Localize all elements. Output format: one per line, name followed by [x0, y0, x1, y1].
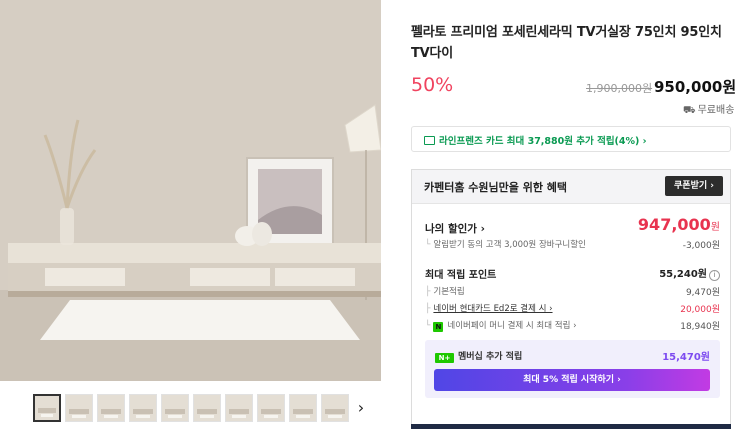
- thumbnail-5[interactable]: [161, 394, 189, 422]
- hyundai-card-row: ├ 네이버 현대카드 Ed2로 결제 시 ›: [425, 302, 553, 314]
- membership-value: 15,470원: [662, 352, 710, 363]
- thumbnail-4[interactable]: [129, 394, 157, 422]
- info-icon[interactable]: i: [709, 270, 720, 281]
- thumbnail-1[interactable]: [33, 394, 61, 422]
- alarm-discount-label: 알림받기 동의 고객 3,000원 장바구니할인: [433, 240, 586, 250]
- shipping-label: 무료배송: [697, 105, 735, 116]
- points-number: 55,240원: [659, 269, 707, 280]
- membership-box: N+ 멤버십 추가 적립 15,470원 최대 5% 적립 시작하기 ›: [425, 340, 720, 398]
- my-price-unit: 원: [710, 222, 720, 233]
- hyundai-card-value: 20,000원: [680, 305, 720, 315]
- alarm-discount-value: -3,000원: [682, 241, 720, 251]
- living-room-photo: [0, 0, 381, 381]
- membership-start-button[interactable]: 최대 5% 적립 시작하기 ›: [434, 369, 710, 391]
- my-price-link[interactable]: 나의 할인가 ›: [425, 221, 485, 236]
- alarm-discount-row: └ 알림받기 동의 고객 3,000원 장바구니할인: [425, 238, 586, 250]
- my-price-value: 947,000원: [620, 215, 720, 234]
- npay-row: └ N 네이버페이 머니 결제 시 최대 적립 ›: [425, 319, 577, 332]
- product-main-image[interactable]: [0, 0, 381, 381]
- coupon-button[interactable]: 쿠폰받기 ›: [665, 176, 723, 196]
- card-promo-banner[interactable]: 라인프렌즈 카드 최대 37,880원 추가 적립(4%) ›: [411, 126, 731, 152]
- credit-card-icon: [424, 136, 435, 145]
- basic-points-row: ├ 기본적립: [425, 285, 465, 297]
- naver-pay-icon: N: [433, 322, 444, 332]
- tree-branch-icon: ├: [425, 304, 431, 314]
- membership-label: 멤버십 추가 적립: [458, 352, 523, 362]
- original-price: 1,900,000원: [586, 82, 653, 95]
- thumbnail-8[interactable]: [257, 394, 285, 422]
- sale-price: 950,000원: [654, 78, 737, 96]
- discount-rate: 50%: [411, 74, 454, 96]
- basic-points-value: 9,470원: [685, 288, 720, 298]
- thumbnail-2[interactable]: [65, 394, 93, 422]
- tree-branch-icon: └: [425, 240, 431, 250]
- tree-branch-icon: ├: [425, 287, 431, 297]
- npay-link[interactable]: 네이버페이 머니 결제 시 최대 적립 ›: [447, 321, 576, 331]
- card-promo-text: 라인프렌즈 카드 최대 37,880원 추가 적립(4%) ›: [439, 136, 647, 147]
- thumbnail-10[interactable]: [321, 394, 349, 422]
- points-label: 최대 적립 포인트: [425, 270, 497, 281]
- npay-value: 18,940원: [680, 322, 720, 332]
- truck-icon: ⛟: [683, 105, 696, 116]
- thumbnail-6[interactable]: [193, 394, 221, 422]
- bottom-action-bar[interactable]: [411, 424, 731, 429]
- basic-points-label: 기본적립: [433, 287, 465, 297]
- thumbnail-strip: ›: [0, 388, 381, 429]
- thumbnail-9[interactable]: [289, 394, 317, 422]
- my-price-number: 947,000: [637, 215, 711, 234]
- membership-row: N+ 멤버십 추가 적립: [435, 349, 522, 363]
- points-value: 55,240원 i: [620, 265, 720, 281]
- benefits-header: 카펜터홈 수원님만을 위한 혜택 쿠폰받기 ›: [412, 170, 730, 204]
- shipping-info: ⛟ 무료배송: [683, 101, 734, 118]
- naver-plus-icon: N+: [435, 353, 454, 363]
- tree-branch-icon: └: [425, 321, 431, 331]
- hyundai-card-link[interactable]: 네이버 현대카드 Ed2로 결제 시 ›: [433, 304, 552, 314]
- chevron-right-icon[interactable]: ›: [350, 396, 372, 420]
- thumbnail-7[interactable]: [225, 394, 253, 422]
- thumbnail-3[interactable]: [97, 394, 125, 422]
- benefits-title: 카펜터홈 수원님만을 위한 혜택: [424, 181, 568, 194]
- product-title: 펠라토 프리미엄 포세린세라믹 TV거실장 75인치 95인치 TV다이: [411, 25, 722, 61]
